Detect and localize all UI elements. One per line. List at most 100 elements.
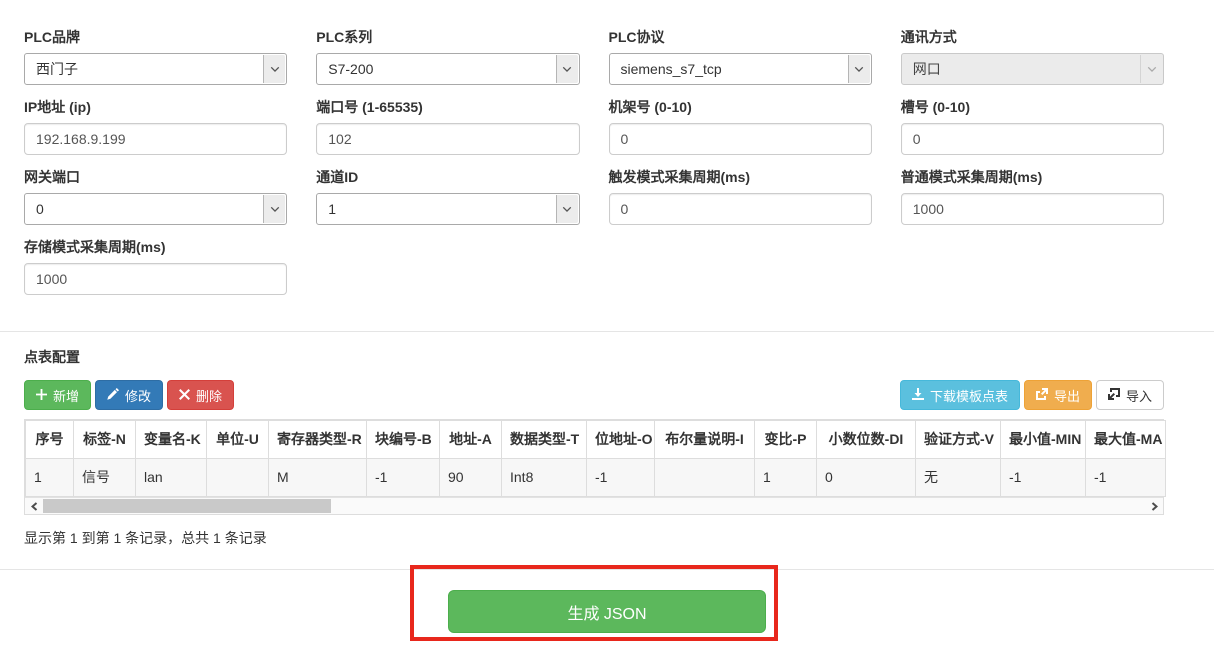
x-icon — [179, 388, 190, 403]
cell-index: 1 — [26, 459, 74, 497]
delete-button[interactable]: 删除 — [167, 380, 234, 410]
plc-series-value: S7-200 — [328, 61, 373, 77]
port-label: 端口号 (1-65535) — [316, 99, 579, 116]
chevron-down-icon — [263, 195, 285, 223]
download-template-button-label: 下载模板点表 — [930, 386, 1008, 405]
cell-data-type: Int8 — [502, 459, 587, 497]
col-header-address: 地址-A — [440, 421, 502, 459]
table-row[interactable]: 1 信号 lan M -1 90 Int8 -1 1 0 无 -1 -1 — [26, 459, 1166, 497]
col-header-register-type: 寄存器类型-R — [269, 421, 367, 459]
plc-brand-value: 西门子 — [36, 59, 78, 79]
field-comm-mode: 通讯方式 网口 — [901, 29, 1164, 85]
cell-tag: 信号 — [74, 459, 136, 497]
col-header-unit: 单位-U — [207, 421, 269, 459]
scrollbar-track[interactable] — [43, 498, 1145, 514]
channel-id-label: 通道ID — [316, 169, 579, 186]
cell-block-no: -1 — [367, 459, 440, 497]
generate-json-button[interactable]: 生成 JSON — [448, 590, 766, 633]
cell-max: -1 — [1086, 459, 1166, 497]
horizontal-scrollbar[interactable] — [25, 497, 1163, 514]
import-icon — [1108, 388, 1120, 403]
point-table-toolbar: 新增 修改 删除 下载模板点表 — [24, 380, 1164, 410]
chevron-right-icon[interactable] — [1145, 498, 1163, 514]
gateway-port-label: 网关端口 — [24, 169, 287, 186]
field-ip-address: IP地址 (ip) — [24, 99, 287, 155]
edit-button[interactable]: 修改 — [95, 380, 163, 410]
field-port: 端口号 (1-65535) — [316, 99, 579, 155]
export-icon — [1036, 388, 1048, 403]
field-rack: 机架号 (0-10) — [609, 99, 872, 155]
normal-period-input[interactable] — [901, 193, 1164, 225]
cell-bit-address: -1 — [587, 459, 655, 497]
pencil-icon — [107, 388, 119, 403]
field-plc-series: PLC系列 S7-200 — [316, 29, 579, 85]
storage-period-label: 存储模式采集周期(ms) — [24, 239, 287, 256]
plc-brand-label: PLC品牌 — [24, 29, 287, 46]
add-button-label: 新增 — [53, 386, 79, 405]
plc-protocol-label: PLC协议 — [609, 29, 872, 46]
delete-button-label: 删除 — [196, 386, 222, 405]
comm-mode-label: 通讯方式 — [901, 29, 1164, 46]
table-header-row: 序号 标签-N 变量名-K 单位-U 寄存器类型-R 块编号-B 地址-A 数据… — [26, 421, 1166, 459]
cell-unit — [207, 459, 269, 497]
col-header-data-type: 数据类型-T — [502, 421, 587, 459]
field-plc-protocol: PLC协议 siemens_s7_tcp — [609, 29, 872, 85]
col-header-validation: 验证方式-V — [916, 421, 1001, 459]
cell-ratio: 1 — [755, 459, 817, 497]
col-header-min: 最小值-MIN — [1001, 421, 1086, 459]
plc-protocol-value: siemens_s7_tcp — [621, 61, 722, 77]
plc-series-label: PLC系列 — [316, 29, 579, 46]
field-plc-brand: PLC品牌 西门子 — [24, 29, 287, 85]
edit-button-label: 修改 — [125, 386, 151, 405]
generate-section: 生成 JSON — [0, 569, 1214, 633]
cell-varname: lan — [136, 459, 207, 497]
export-button[interactable]: 导出 — [1024, 380, 1092, 410]
record-status: 显示第 1 到第 1 条记录，总共 1 条记录 — [24, 528, 1164, 548]
import-button-label: 导入 — [1126, 386, 1152, 405]
storage-period-input[interactable] — [24, 263, 287, 295]
trigger-period-input[interactable] — [609, 193, 872, 225]
cell-register-type: M — [269, 459, 367, 497]
chevron-down-icon — [1140, 55, 1162, 83]
section-divider — [0, 331, 1214, 332]
chevron-down-icon — [556, 195, 578, 223]
slot-label: 槽号 (0-10) — [901, 99, 1164, 116]
field-normal-period: 普通模式采集周期(ms) — [901, 169, 1164, 225]
slot-input[interactable] — [901, 123, 1164, 155]
cell-address: 90 — [440, 459, 502, 497]
plc-config-form: PLC品牌 西门子 PLC系列 S7-200 PLC协议 siemens_s7_… — [24, 0, 1164, 309]
download-icon — [912, 388, 924, 403]
export-button-label: 导出 — [1054, 386, 1080, 405]
field-trigger-period: 触发模式采集周期(ms) — [609, 169, 872, 225]
trigger-period-label: 触发模式采集周期(ms) — [609, 169, 872, 186]
field-channel-id: 通道ID 1 — [316, 169, 579, 225]
comm-mode-value: 网口 — [913, 59, 941, 79]
plc-series-select[interactable]: S7-200 — [316, 53, 579, 85]
col-header-tag: 标签-N — [74, 421, 136, 459]
chevron-down-icon — [263, 55, 285, 83]
import-button[interactable]: 导入 — [1096, 380, 1164, 410]
col-header-bool-desc: 布尔量说明-I — [655, 421, 755, 459]
cell-min: -1 — [1001, 459, 1086, 497]
field-slot: 槽号 (0-10) — [901, 99, 1164, 155]
chevron-down-icon — [556, 55, 578, 83]
chevron-left-icon[interactable] — [25, 498, 43, 514]
col-header-max: 最大值-MA — [1086, 421, 1166, 459]
add-button[interactable]: 新增 — [24, 380, 91, 410]
ip-address-label: IP地址 (ip) — [24, 99, 287, 116]
port-input[interactable] — [316, 123, 579, 155]
cell-bool-desc — [655, 459, 755, 497]
gateway-port-value: 0 — [36, 201, 44, 217]
scrollbar-thumb[interactable] — [43, 499, 331, 513]
channel-id-select[interactable]: 1 — [316, 193, 579, 225]
plc-protocol-select[interactable]: siemens_s7_tcp — [609, 53, 872, 85]
gateway-port-select[interactable]: 0 — [24, 193, 287, 225]
normal-period-label: 普通模式采集周期(ms) — [901, 169, 1164, 186]
plc-brand-select[interactable]: 西门子 — [24, 53, 287, 85]
rack-input[interactable] — [609, 123, 872, 155]
download-template-button[interactable]: 下载模板点表 — [900, 380, 1020, 410]
channel-id-value: 1 — [328, 201, 336, 217]
rack-label: 机架号 (0-10) — [609, 99, 872, 116]
cell-validation: 无 — [916, 459, 1001, 497]
ip-address-input[interactable] — [24, 123, 287, 155]
